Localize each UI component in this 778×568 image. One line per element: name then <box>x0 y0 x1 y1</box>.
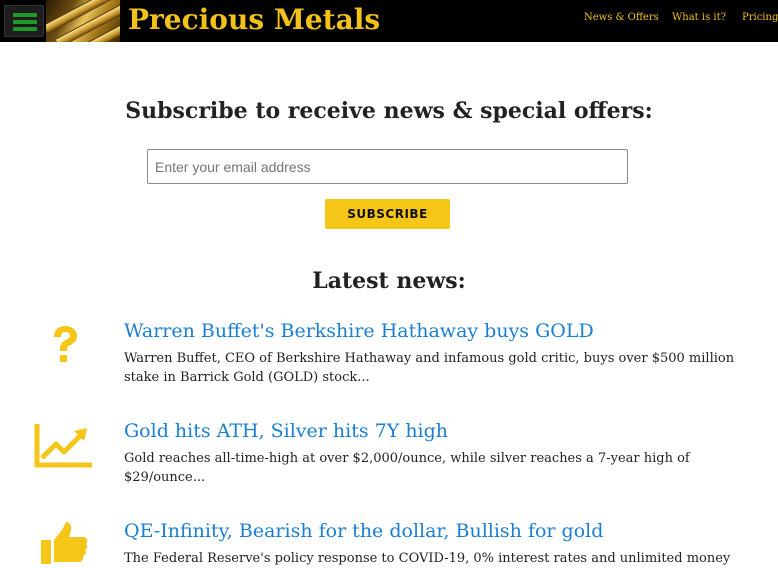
subscribe-button[interactable]: SUBSCRIBE <box>325 199 450 229</box>
question-mark-icon <box>50 326 78 370</box>
news-headline-link[interactable]: Warren Buffet's Berkshire Hathaway buys … <box>124 320 594 342</box>
latest-news-heading: Latest news: <box>312 268 466 294</box>
gold-bars-logo[interactable] <box>46 0 120 42</box>
nav-what-is-it[interactable]: What is it? <box>672 12 726 23</box>
news-headline-link[interactable]: Gold hits ATH, Silver hits 7Y high <box>124 420 448 442</box>
nav-news-offers[interactable]: News & Offers <box>584 12 659 23</box>
news-summary: Warren Buffet, CEO of Berkshire Hathaway… <box>124 351 735 385</box>
subscribe-heading: Subscribe to receive news & special offe… <box>125 98 653 124</box>
news-item: Warren Buffet's Berkshire Hathaway buys … <box>0 320 778 390</box>
news-headline-link[interactable]: QE-Infinity, Bearish for the dollar, Bul… <box>124 520 603 542</box>
news-item: Gold hits ATH, Silver hits 7Y high Gold … <box>0 420 778 490</box>
news-summary: Gold reaches all-time-high at over $2,00… <box>124 451 690 485</box>
hamburger-icon[interactable] <box>4 5 44 37</box>
trending-up-chart-icon <box>34 422 94 472</box>
nav-pricing[interactable]: Pricing <box>742 12 778 23</box>
email-input[interactable] <box>147 149 628 184</box>
brand-title[interactable]: Precious Metals <box>128 2 380 38</box>
top-navigation-bar: Precious Metals News & Offers What is it… <box>0 0 778 42</box>
news-item: QE-Infinity, Bearish for the dollar, Bul… <box>0 520 778 565</box>
news-summary: The Federal Reserve's policy response to… <box>124 551 731 565</box>
